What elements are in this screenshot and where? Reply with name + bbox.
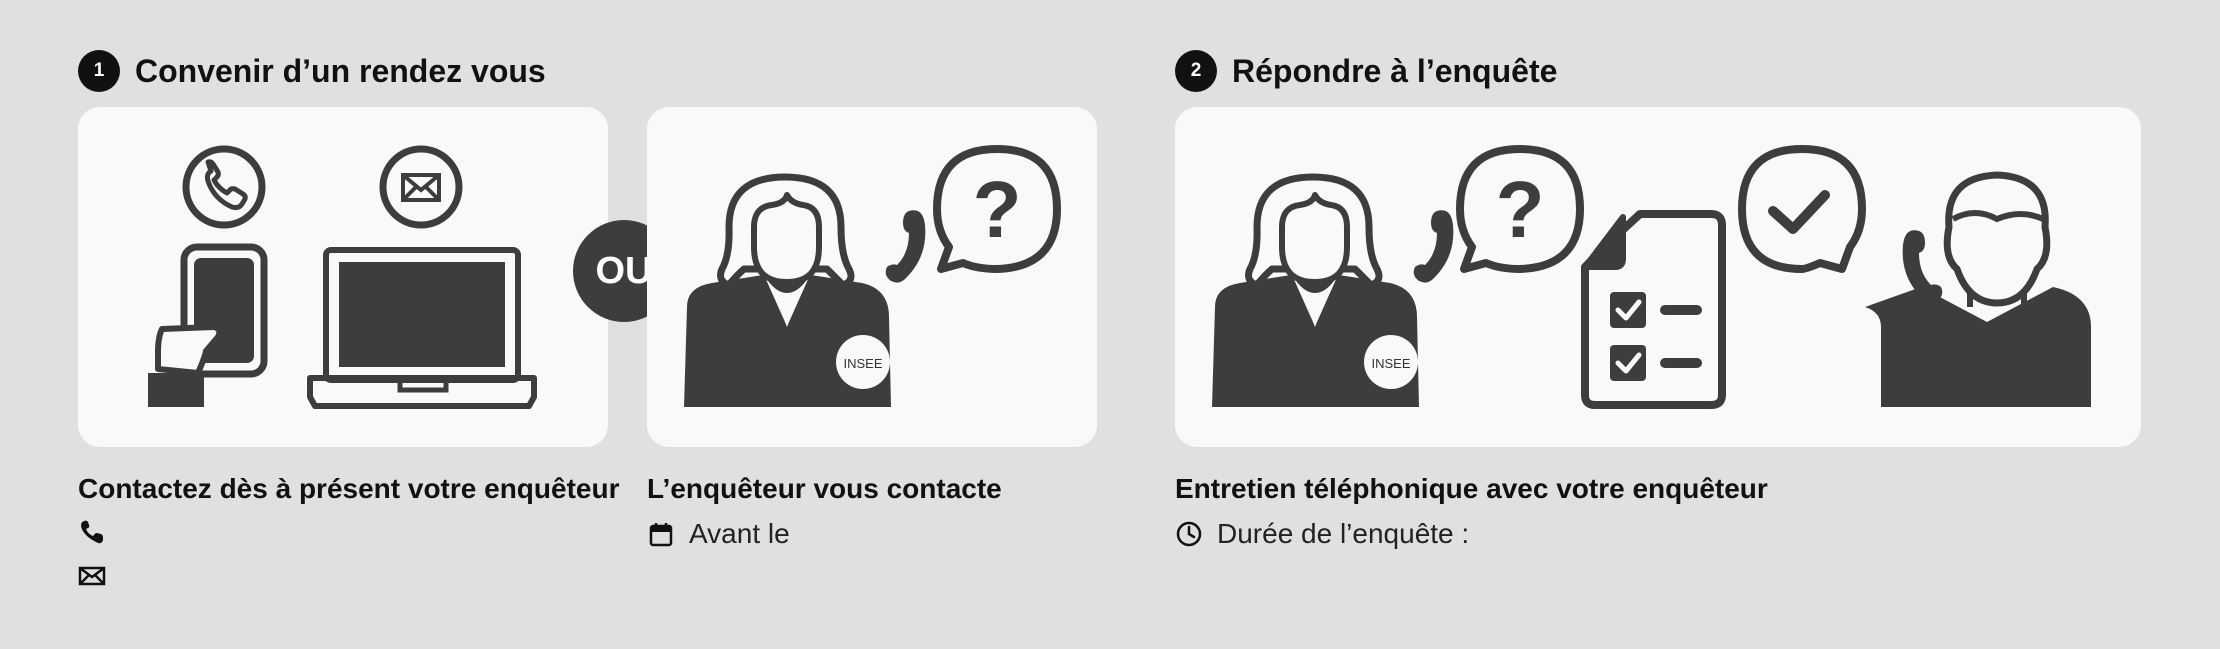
- svg-text:?: ?: [1496, 165, 1545, 254]
- question-bubble-icon: ?: [933, 145, 1061, 273]
- question-bubble-icon: ?: [1456, 145, 1584, 273]
- investigator-contacts-caption: L’enquêteur vous contacte: [647, 473, 1002, 504]
- contact-methods-card: [78, 107, 608, 447]
- contact-now-caption: Contactez dès à présent votre enquêteur: [78, 473, 620, 504]
- step-1-title: Convenir d’un rendez vous: [135, 52, 546, 89]
- check-bubble-icon: [1738, 145, 1866, 273]
- checklist-document-icon: [1581, 210, 1726, 409]
- handset-icon: [1413, 210, 1454, 283]
- step-2-title: Répondre à l’enquête: [1232, 52, 1558, 89]
- calendar-icon: [649, 523, 673, 547]
- phone-interview-card: INSEE ?: [1175, 107, 2141, 447]
- envelope-bubble-icon: [379, 145, 463, 229]
- investigator-woman-icon: INSEE: [1212, 173, 1419, 407]
- smartphone-hand-icon: [148, 243, 268, 407]
- handset-icon: [885, 210, 926, 283]
- envelope-icon: [78, 566, 106, 586]
- step-2-number: 2: [1175, 50, 1217, 92]
- laptop-icon: [307, 247, 537, 409]
- phone-info: [78, 518, 106, 546]
- clock-icon: [1176, 521, 1202, 547]
- insee-badge: INSEE: [843, 356, 882, 371]
- investigator-contact-card: INSEE ?: [647, 107, 1097, 447]
- insee-badge: INSEE: [1371, 356, 1410, 371]
- investigator-woman-icon: INSEE: [684, 173, 891, 407]
- email-info: [78, 562, 106, 590]
- phone-icon: [81, 520, 103, 544]
- duration-label: Durée de l’enquête :: [1217, 518, 1470, 549]
- svg-text:?: ?: [973, 165, 1022, 254]
- step-2-header: 2 Répondre à l’enquête: [1175, 50, 1557, 92]
- step-1-header: 1 Convenir d’un rendez vous: [78, 50, 546, 92]
- phone-bubble-icon: [182, 145, 266, 229]
- before-date-label: Avant le: [689, 518, 790, 549]
- duration-info: Durée de l’enquête :: [1175, 518, 1469, 550]
- phone-interview-caption: Entretien téléphonique avec votre enquêt…: [1175, 473, 1768, 504]
- respondent-man-icon: [1865, 171, 2091, 407]
- step-1-number: 1: [78, 50, 120, 92]
- before-date-info: Avant le: [647, 518, 790, 550]
